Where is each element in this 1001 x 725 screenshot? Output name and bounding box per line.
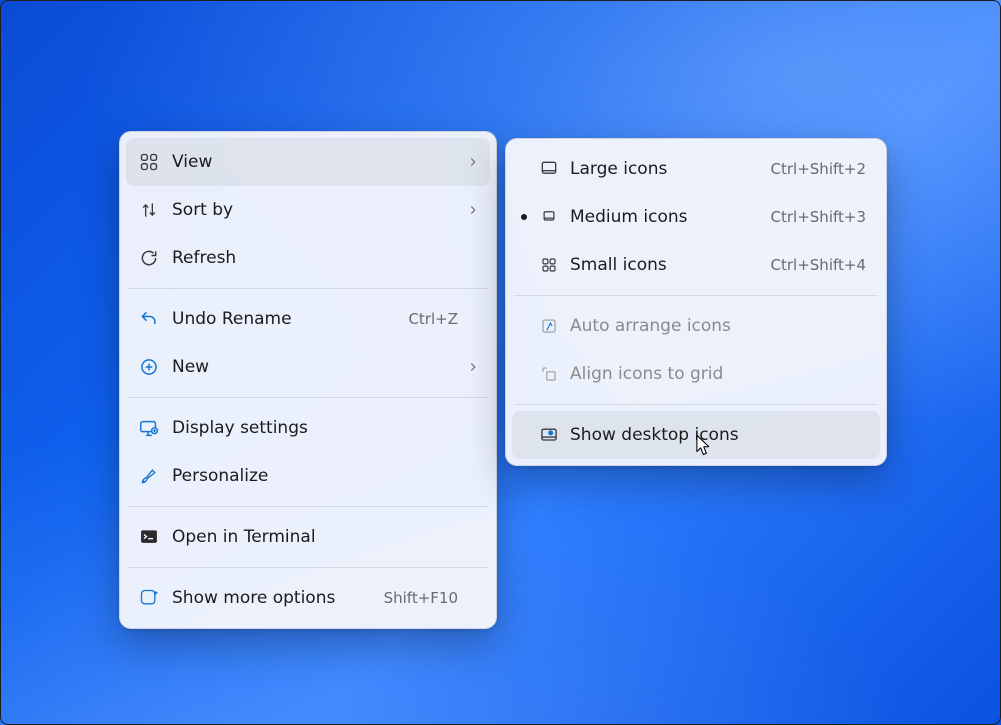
menu-item-label: New <box>166 357 458 377</box>
menu-separator <box>514 404 878 405</box>
submenu-item-label: Medium icons <box>564 207 771 227</box>
submenu-item-show-desktop-icons[interactable]: Show desktop icons <box>512 411 880 459</box>
personalize-icon <box>138 465 160 487</box>
terminal-icon <box>138 526 160 548</box>
chevron-right-icon <box>466 203 480 217</box>
submenu-item-label: Large icons <box>564 159 771 179</box>
menu-item-personalize[interactable]: Personalize <box>126 452 490 500</box>
menu-item-label: Open in Terminal <box>166 527 458 547</box>
radio-selected-icon <box>521 214 527 220</box>
submenu-item-label: Show desktop icons <box>564 425 874 445</box>
menu-item-label: Undo Rename <box>166 309 408 329</box>
menu-item-label: Refresh <box>166 248 458 268</box>
menu-item-refresh[interactable]: Refresh <box>126 234 490 282</box>
chevron-right-icon <box>466 155 480 169</box>
menu-item-display-settings[interactable]: Display settings <box>126 404 490 452</box>
small-icons-icon <box>539 255 559 275</box>
submenu-item-auto-arrange[interactable]: Auto arrange icons <box>512 302 880 350</box>
submenu-item-large-icons[interactable]: Large icons Ctrl+Shift+2 <box>512 145 880 193</box>
submenu-item-label: Align icons to grid <box>564 364 874 384</box>
menu-item-show-more-options[interactable]: Show more options Shift+F10 <box>126 574 490 622</box>
auto-arrange-icon <box>539 316 559 336</box>
refresh-icon <box>138 247 160 269</box>
menu-separator <box>514 295 878 296</box>
sort-icon <box>138 199 160 221</box>
desktop-context-menu: View Sort by Refresh <box>119 131 497 629</box>
menu-item-undo-rename[interactable]: Undo Rename Ctrl+Z <box>126 295 490 343</box>
view-submenu: Large icons Ctrl+Shift+2 Medium icons Ct… <box>505 138 887 466</box>
medium-icons-icon <box>539 207 559 227</box>
menu-item-accelerator: Ctrl+Z <box>408 310 466 328</box>
submenu-item-label: Auto arrange icons <box>564 316 874 336</box>
new-icon <box>138 356 160 378</box>
more-options-icon <box>138 587 160 609</box>
chevron-right-icon <box>466 360 480 374</box>
menu-item-label: Sort by <box>166 200 458 220</box>
menu-item-view[interactable]: View <box>126 138 490 186</box>
submenu-item-accelerator: Ctrl+Shift+4 <box>771 256 874 274</box>
menu-item-label: View <box>166 152 458 172</box>
menu-separator <box>128 397 488 398</box>
submenu-item-medium-icons[interactable]: Medium icons Ctrl+Shift+3 <box>512 193 880 241</box>
menu-item-open-terminal[interactable]: Open in Terminal <box>126 513 490 561</box>
grid-large-icon <box>138 151 160 173</box>
menu-separator <box>128 506 488 507</box>
undo-icon <box>138 308 160 330</box>
display-settings-icon <box>138 417 160 439</box>
align-grid-icon <box>539 364 559 384</box>
submenu-item-accelerator: Ctrl+Shift+2 <box>771 160 874 178</box>
menu-separator <box>128 288 488 289</box>
large-icons-icon <box>539 159 559 179</box>
menu-separator <box>128 567 488 568</box>
menu-item-new[interactable]: New <box>126 343 490 391</box>
submenu-item-accelerator: Ctrl+Shift+3 <box>771 208 874 226</box>
menu-item-label: Display settings <box>166 418 458 438</box>
submenu-item-small-icons[interactable]: Small icons Ctrl+Shift+4 <box>512 241 880 289</box>
menu-item-sort-by[interactable]: Sort by <box>126 186 490 234</box>
submenu-item-align-grid[interactable]: Align icons to grid <box>512 350 880 398</box>
menu-item-accelerator: Shift+F10 <box>384 589 466 607</box>
menu-item-label: Personalize <box>166 466 458 486</box>
menu-item-label: Show more options <box>166 588 384 608</box>
show-desktop-icons-icon <box>539 425 559 445</box>
submenu-item-label: Small icons <box>564 255 771 275</box>
